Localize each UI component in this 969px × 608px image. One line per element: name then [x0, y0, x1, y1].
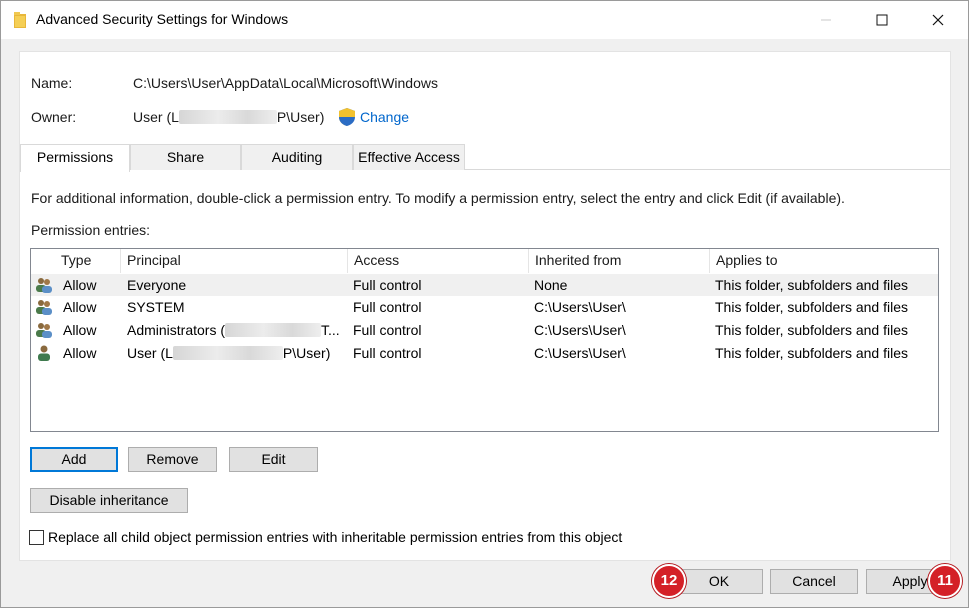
close-button[interactable]: [915, 1, 961, 39]
tab-permissions[interactable]: Permissions: [20, 144, 130, 172]
step-badge-apply: 11: [928, 564, 962, 598]
row-access: Full control: [353, 277, 422, 293]
column-header-principal[interactable]: Principal: [121, 249, 348, 273]
tab-auditing[interactable]: Auditing: [241, 144, 353, 170]
principal-prefix: User (L: [127, 345, 173, 361]
table-row[interactable]: Allow User (L P\User) Full control C:\Us…: [31, 342, 938, 364]
row-type: Allow: [63, 299, 97, 315]
owner-prefix: User (L: [133, 109, 179, 125]
table-row[interactable]: Allow Administrators ( T... Full control…: [31, 319, 938, 341]
row-principal: Administrators ( T...: [127, 319, 347, 341]
redacted-text: [225, 323, 322, 337]
permission-entries-list[interactable]: Type Principal Access Inherited from App…: [30, 248, 939, 432]
minimize-icon: [821, 19, 831, 21]
row-applies-to: This folder, subfolders and files: [715, 299, 908, 315]
cancel-button[interactable]: Cancel: [770, 569, 858, 594]
edit-button[interactable]: Edit: [229, 447, 318, 472]
owner-suffix: P\User): [276, 109, 325, 125]
replace-child-permissions-option[interactable]: Replace all child object permission entr…: [29, 529, 622, 545]
row-access: Full control: [353, 345, 422, 361]
row-type: Allow: [63, 322, 97, 338]
row-access: Full control: [353, 322, 422, 338]
add-button[interactable]: Add: [30, 447, 118, 472]
table-row[interactable]: Allow Everyone Full control None This fo…: [31, 274, 938, 296]
owner-value: User (L P\User): [133, 109, 324, 125]
tab-effective-access[interactable]: Effective Access: [353, 144, 465, 170]
redacted-text: [178, 110, 277, 124]
group-users-icon: [36, 300, 52, 315]
replace-child-permissions-label: Replace all child object permission entr…: [48, 529, 623, 545]
redacted-text: [172, 346, 283, 360]
row-applies-to: This folder, subfolders and files: [715, 345, 908, 361]
minimize-button[interactable]: [803, 1, 849, 39]
replace-child-permissions-checkbox[interactable]: [29, 529, 44, 545]
row-applies-to: This folder, subfolders and files: [715, 322, 908, 338]
group-users-icon: [36, 323, 52, 338]
row-principal: SYSTEM: [127, 299, 185, 315]
single-user-icon: [38, 345, 50, 361]
disable-inheritance-button[interactable]: Disable inheritance: [30, 488, 188, 513]
row-type: Allow: [63, 277, 97, 293]
ok-button[interactable]: OK: [675, 569, 763, 594]
list-header: Type Principal Access Inherited from App…: [31, 249, 938, 273]
row-applies-to: This folder, subfolders and files: [715, 277, 908, 293]
uac-shield-icon: [339, 108, 355, 126]
maximize-icon: [876, 14, 888, 26]
permission-entries-label: Permission entries:: [31, 222, 151, 238]
maximize-button[interactable]: [859, 1, 905, 39]
object-path: C:\Users\User\AppData\Local\Microsoft\Wi…: [133, 75, 438, 91]
advanced-security-dialog: Advanced Security Settings for Windows N…: [0, 0, 969, 608]
row-principal: User (L P\User): [127, 342, 347, 364]
title-bar: Advanced Security Settings for Windows: [1, 1, 968, 39]
tab-share[interactable]: Share: [130, 144, 241, 170]
column-header-access[interactable]: Access: [348, 249, 529, 273]
change-owner-link[interactable]: Change: [360, 109, 409, 125]
folder-icon: [14, 12, 26, 28]
row-inherited-from: C:\Users\User\: [534, 299, 626, 315]
principal-prefix: Administrators (: [127, 322, 226, 338]
row-inherited-from: C:\Users\User\: [534, 345, 626, 361]
remove-button[interactable]: Remove: [128, 447, 217, 472]
column-header-applies-to[interactable]: Applies to: [710, 249, 938, 273]
row-access: Full control: [353, 299, 422, 315]
window-title: Advanced Security Settings for Windows: [36, 11, 289, 27]
close-icon: [932, 14, 944, 26]
tab-strip: Permissions Share Auditing Effective Acc…: [20, 144, 950, 172]
row-principal: Everyone: [127, 277, 187, 293]
info-text: For additional information, double-click…: [31, 190, 845, 206]
column-header-type[interactable]: Type: [55, 249, 121, 273]
owner-label: Owner:: [31, 109, 77, 125]
principal-suffix: T...: [321, 322, 340, 338]
group-users-icon: [36, 278, 52, 293]
row-inherited-from: C:\Users\User\: [534, 322, 626, 338]
step-badge-ok: 12: [652, 564, 686, 598]
row-type: Allow: [63, 345, 97, 361]
table-row[interactable]: Allow SYSTEM Full control C:\Users\User\…: [31, 296, 938, 318]
row-inherited-from: None: [534, 277, 568, 293]
dialog-content: Name: C:\Users\User\AppData\Local\Micros…: [19, 51, 951, 561]
principal-suffix: P\User): [282, 345, 331, 361]
column-header-inherited-from[interactable]: Inherited from: [529, 249, 710, 273]
name-label: Name:: [31, 75, 73, 91]
